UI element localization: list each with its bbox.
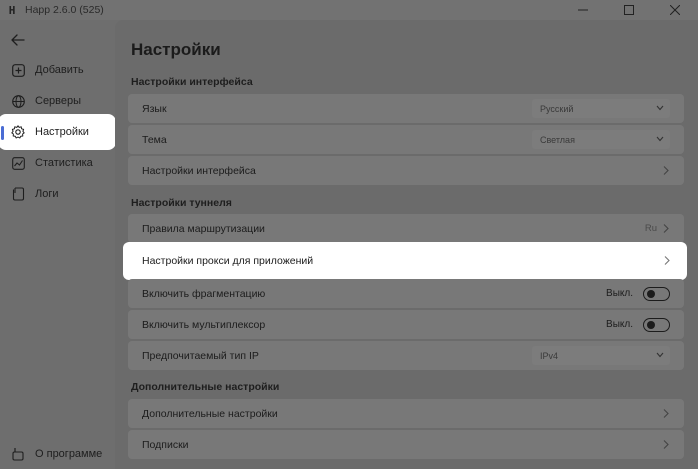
- chart-icon: [10, 155, 26, 171]
- theme-label: Тема: [142, 133, 167, 146]
- section-title-interface: Настройки интерфейса: [131, 76, 253, 88]
- additional-settings-label: Дополнительные настройки: [142, 407, 278, 420]
- maximize-icon: [624, 5, 634, 15]
- log-file-icon: [10, 186, 26, 202]
- chevron-down-icon: [656, 136, 664, 142]
- multiplexor-label: Включить мультиплексор: [142, 318, 266, 331]
- gear-icon: [10, 124, 26, 140]
- language-row[interactable]: Язык Русский: [128, 94, 684, 123]
- page-title: Настройки: [131, 40, 221, 59]
- multiplexor-state: Выкл.: [606, 319, 633, 330]
- sidebar-item-statistics[interactable]: Статистика: [2, 149, 112, 177]
- title-bar: H Happ 2.6.0 (525): [0, 0, 698, 20]
- additional-settings-row[interactable]: Дополнительные настройки: [128, 399, 684, 428]
- arrow-left-icon: [11, 34, 25, 46]
- section-title-additional: Дополнительные настройки: [131, 381, 280, 393]
- section-title-tunnel: Настройки туннеля: [131, 197, 232, 209]
- sidebar-item-about[interactable]: О программе: [2, 442, 112, 466]
- routing-rules-row[interactable]: Правила маршрутизации Ru: [128, 214, 684, 243]
- proxy-apps-row[interactable]: Настройки прокси для приложений: [125, 244, 685, 278]
- chevron-down-icon: [656, 352, 664, 358]
- theme-value: Светлая: [540, 134, 575, 145]
- minimize-icon: [578, 9, 588, 11]
- ip-type-select[interactable]: IPv4: [532, 346, 670, 365]
- sidebar-item-label: Логи: [35, 188, 59, 200]
- chevron-right-icon: [663, 409, 669, 418]
- close-icon: [670, 5, 680, 15]
- interface-settings-row[interactable]: Настройки интерфейса: [128, 156, 684, 185]
- multiplexor-toggle-wrap: Выкл.: [606, 316, 670, 333]
- sidebar-item-servers[interactable]: Серверы: [2, 87, 112, 115]
- fragmentation-state: Выкл.: [606, 288, 633, 299]
- settings-panel: Настройки Настройки интерфейса Язык Русс…: [115, 20, 698, 469]
- sidebar-item-label: Серверы: [35, 95, 82, 107]
- fragmentation-label: Включить фрагментацию: [142, 287, 266, 300]
- sidebar-item-logs[interactable]: Логи: [2, 180, 112, 208]
- theme-select[interactable]: Светлая: [532, 130, 670, 149]
- ip-type-value: IPv4: [540, 350, 559, 361]
- ip-type-label: Предпочитаемый тип IP: [142, 349, 259, 362]
- globe-icon: [10, 93, 26, 109]
- minimize-button[interactable]: [560, 0, 606, 20]
- fragmentation-toggle[interactable]: [643, 286, 670, 301]
- subscriptions-row[interactable]: Подписки: [128, 430, 684, 459]
- ip-type-row[interactable]: Предпочитаемый тип IP IPv4: [128, 341, 684, 370]
- chevron-right-icon: [663, 440, 669, 449]
- window-title: Happ 2.6.0 (525): [25, 4, 104, 16]
- chevron-right-icon: [663, 166, 669, 175]
- routing-rules-value: Ru: [644, 223, 657, 234]
- interface-settings-label: Настройки интерфейса: [142, 164, 256, 177]
- sidebar-item-label: Статистика: [35, 157, 93, 169]
- sidebar-item-settings[interactable]: Настройки: [1, 118, 112, 146]
- proxy-apps-label: Настройки прокси для приложений: [142, 255, 314, 267]
- back-button[interactable]: [9, 32, 27, 48]
- info-icon: [10, 446, 26, 462]
- chevron-down-icon: [656, 105, 664, 111]
- multiplexor-toggle[interactable]: [643, 317, 670, 332]
- multiplexor-row: Включить мультиплексор Выкл.: [128, 310, 684, 339]
- maximize-button[interactable]: [606, 0, 652, 20]
- fragmentation-row: Включить фрагментацию Выкл.: [128, 279, 684, 308]
- fragmentation-toggle-wrap: Выкл.: [606, 285, 670, 302]
- sidebar-item-label: Настройки: [35, 126, 89, 138]
- close-button[interactable]: [652, 0, 698, 20]
- sidebar: Добавить Серверы Настройки Статистика Ло…: [0, 20, 115, 469]
- sidebar-item-label: Добавить: [35, 64, 84, 76]
- chevron-right-icon: [663, 224, 669, 233]
- language-value: Русский: [540, 103, 574, 114]
- chevron-right-icon: [664, 256, 670, 265]
- language-label: Язык: [142, 102, 167, 115]
- theme-row[interactable]: Тема Светлая: [128, 125, 684, 154]
- add-box-icon: [10, 62, 26, 78]
- app-logo-icon: H: [8, 3, 16, 17]
- routing-rules-label: Правила маршрутизации: [142, 222, 265, 235]
- sidebar-item-label: О программе: [35, 448, 103, 460]
- subscriptions-label: Подписки: [142, 438, 189, 451]
- language-select[interactable]: Русский: [532, 99, 670, 118]
- sidebar-item-add[interactable]: Добавить: [2, 56, 112, 84]
- window-controls: [560, 0, 698, 20]
